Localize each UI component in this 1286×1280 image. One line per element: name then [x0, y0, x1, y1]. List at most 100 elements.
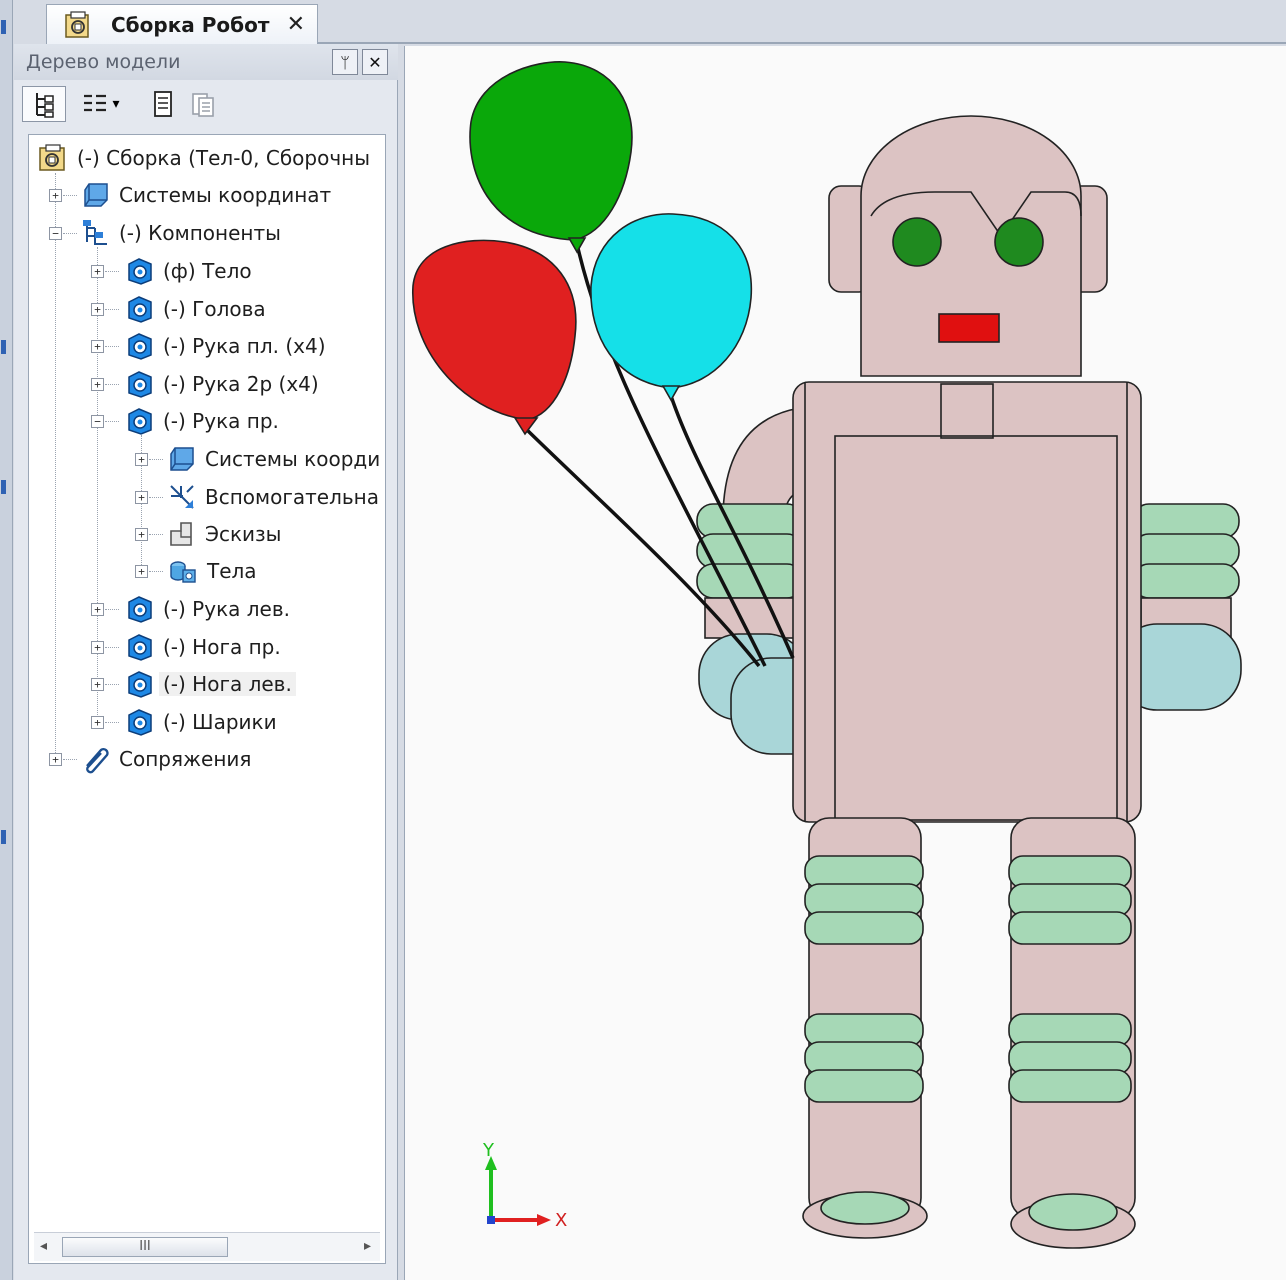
document-properties-button[interactable] — [146, 86, 180, 122]
model-tree[interactable]: (-) Сборка (Тел-0, Сборочны + Системы ко… — [28, 134, 386, 1264]
tree-item-leg-right[interactable]: (-) Нога пр. — [123, 630, 281, 664]
tree-expander[interactable]: + — [91, 716, 104, 729]
part-icon — [128, 634, 152, 661]
tree-item-bodies[interactable]: Тела — [167, 554, 257, 588]
coordinate-systems-icon — [170, 447, 194, 471]
tree-connector — [105, 271, 119, 272]
tree-item-label: Системы коорди — [205, 447, 381, 471]
axis-triad — [485, 1156, 551, 1226]
tree-item-label: (-) Рука 2р (x4) — [163, 372, 319, 396]
tree-expander[interactable]: + — [91, 603, 104, 616]
tree-item-arm-left[interactable]: (-) Рука лев. — [123, 592, 290, 626]
tree-item-arm-right[interactable]: (-) Рука пр. — [123, 404, 279, 438]
toolbar-marker — [1, 340, 6, 354]
tree-item-arm-2r[interactable]: (-) Рука 2р (x4) — [123, 367, 319, 401]
tree-expander[interactable]: + — [91, 641, 104, 654]
document-tab[interactable]: Сборка Робот ✕ — [46, 4, 318, 44]
copy-properties-button[interactable] — [186, 86, 220, 122]
auxiliary-geometry-icon — [170, 485, 194, 509]
axis-x-arrow — [537, 1214, 551, 1226]
robot-legs — [802, 817, 1136, 1249]
tree-expander[interactable]: + — [135, 453, 148, 466]
tree-list-view-button[interactable]: ▾ — [72, 86, 128, 122]
assembly-icon — [39, 144, 65, 171]
tree-expander[interactable]: + — [91, 340, 104, 353]
tree-connector — [63, 233, 77, 234]
tree-connector — [105, 421, 119, 422]
tree-expander[interactable]: + — [91, 303, 104, 316]
balloon-green — [469, 61, 633, 254]
part-icon — [128, 408, 152, 435]
tree-connector — [105, 309, 119, 310]
tree-item-label: (-) Голова — [163, 297, 266, 321]
tree-list-view-icon — [84, 94, 107, 112]
tree-expander[interactable]: − — [49, 227, 62, 240]
panel-close-button[interactable]: ✕ — [362, 49, 388, 75]
tree-item-label: Сопряжения — [119, 747, 252, 771]
panel-header: Дерево модели ᛘ ✕ — [14, 44, 398, 80]
tree-expander[interactable]: + — [135, 528, 148, 541]
tree-item-label: (-) Рука пл. (x4) — [163, 334, 326, 358]
tree-expander[interactable]: + — [49, 753, 62, 766]
tree-structure-view-button[interactable] — [22, 86, 66, 122]
tree-item-label: (-) Компоненты — [119, 221, 281, 245]
tree-expander[interactable]: + — [135, 565, 148, 578]
scroll-right-icon[interactable]: ▸ — [364, 1238, 371, 1254]
scrollbar-thumb[interactable]: III — [62, 1237, 228, 1257]
model-tree-panel: Дерево модели ᛘ ✕ ▾ (-) Сборка (Тел-0, С… — [14, 44, 398, 1280]
tree-connector — [105, 722, 119, 723]
part-icon — [128, 258, 152, 285]
tree-item-arm-pl[interactable]: (-) Рука пл. (x4) — [123, 329, 326, 363]
panel-pin-button[interactable]: ᛘ — [332, 49, 358, 75]
tree-item-mates[interactable]: Сопряжения — [81, 742, 251, 776]
3d-viewport[interactable]: Y X — [404, 46, 1286, 1280]
scroll-left-icon[interactable]: ◂ — [40, 1238, 47, 1254]
tree-connector — [149, 459, 163, 460]
balloon-cyan — [590, 213, 753, 402]
tree-item-sub-coordinate-systems[interactable]: Системы коорди — [167, 442, 380, 476]
tree-expander[interactable]: + — [91, 265, 104, 278]
tree-item-head[interactable]: (-) Голова — [123, 292, 266, 326]
tree-item-balloons[interactable]: (-) Шарики — [123, 705, 277, 739]
tree-item-label: (-) Нога лев. — [159, 672, 296, 696]
bodies-icon — [170, 561, 196, 583]
tree-item-components[interactable]: (-) Компоненты — [81, 216, 281, 250]
document-properties-icon — [154, 91, 172, 117]
tree-item-auxiliary-geometry[interactable]: Вспомогательна — [167, 480, 379, 514]
copy-properties-icon — [192, 93, 214, 117]
tree-item-label: Тела — [207, 559, 257, 583]
tree-expander[interactable]: + — [49, 189, 62, 202]
balloon-red — [412, 239, 577, 436]
tree-horizontal-scrollbar[interactable]: ◂ III ▸ — [34, 1232, 380, 1261]
part-icon — [128, 333, 152, 360]
part-icon — [128, 709, 152, 736]
document-tab-title: Сборка Робот — [111, 12, 270, 37]
robot-torso — [792, 381, 1142, 823]
tree-item-body[interactable]: (ф) Тело — [123, 254, 252, 288]
tree-connector — [55, 173, 56, 763]
panel-title: Дерево модели — [26, 51, 181, 73]
tree-structure-view-icon — [36, 93, 54, 118]
axis-y-label: Y — [483, 1140, 494, 1161]
tree-connector — [105, 684, 119, 685]
panel-toolbar: ▾ — [14, 82, 398, 126]
tree-expander[interactable]: + — [135, 491, 148, 504]
tree-expander[interactable]: + — [91, 678, 104, 691]
robot-assembly-scene — [412, 61, 1242, 1249]
document-tab-close-button[interactable]: ✕ — [287, 12, 305, 37]
tree-expander[interactable]: + — [91, 378, 104, 391]
tree-item-assembly[interactable]: (-) Сборка (Тел-0, Сборочны — [37, 141, 370, 175]
tree-item-label: (-) Сборка (Тел-0, Сборочны — [77, 146, 371, 170]
tree-expander[interactable]: − — [91, 415, 104, 428]
chevron-down-icon[interactable]: ▾ — [112, 96, 119, 112]
tree-item-sketches[interactable]: Эскизы — [167, 517, 281, 551]
tree-item-label: Вспомогательна — [205, 485, 379, 509]
coordinate-systems-icon — [84, 183, 108, 207]
tree-item-coordinate-systems[interactable]: Системы координат — [81, 178, 331, 212]
part-icon — [128, 596, 152, 623]
tree-item-label: (-) Шарики — [163, 710, 277, 734]
part-icon — [128, 296, 152, 323]
part-icon — [128, 371, 152, 398]
axis-origin — [487, 1216, 495, 1224]
tree-item-leg-left[interactable]: (-) Нога лев. — [123, 667, 296, 701]
